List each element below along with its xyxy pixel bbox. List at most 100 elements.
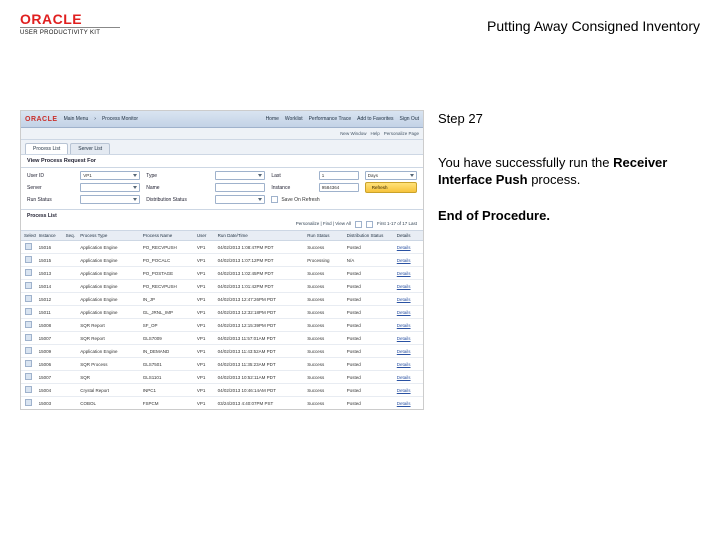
label-name: Name — [146, 185, 209, 191]
field-name[interactable] — [215, 183, 265, 192]
cell-user: VP1 — [194, 384, 215, 397]
col-instance[interactable]: Instance — [36, 231, 63, 241]
cell-details[interactable]: Details — [394, 241, 423, 254]
checkbox-icon[interactable] — [25, 321, 32, 328]
cell-details[interactable]: Details — [394, 332, 423, 345]
grid-icon[interactable] — [355, 221, 362, 228]
cell-user: VP1 — [194, 319, 215, 332]
col-diststatus[interactable]: Distribution Status — [344, 231, 394, 241]
cell-seq — [63, 254, 78, 267]
checkbox-icon[interactable] — [25, 360, 32, 367]
refresh-button[interactable]: Refresh — [365, 182, 417, 193]
checkbox-icon[interactable] — [25, 386, 32, 393]
brand-logo: ORACLE USER PRODUCTIVITY KIT — [20, 12, 130, 36]
app-tabs: Process List Server List — [21, 140, 423, 154]
nav-signout[interactable]: Sign Out — [400, 116, 419, 122]
cell-details[interactable]: Details — [394, 267, 423, 280]
checkbox-icon[interactable] — [25, 256, 32, 263]
cell-details[interactable]: Details — [394, 306, 423, 319]
table-row: 15014Application EnginePO_RECVPUSHVP104/… — [21, 280, 423, 293]
cell-details[interactable]: Details — [394, 371, 423, 384]
cell-runstatus: Success — [304, 319, 344, 332]
nav-worklist[interactable]: Worklist — [285, 116, 303, 122]
save-on-refresh-checkbox[interactable] — [271, 196, 278, 203]
col-datetime[interactable]: Run Date/Time — [215, 231, 305, 241]
col-user[interactable]: User — [194, 231, 215, 241]
cell-details[interactable]: Details — [394, 293, 423, 306]
cell-instance: 15012 — [36, 293, 63, 306]
checkbox-icon[interactable] — [25, 282, 32, 289]
field-diststatus[interactable] — [215, 195, 265, 204]
cell-instance: 15009 — [36, 345, 63, 358]
cell-datetime: 04/02/2013 1:02:45PM PDT — [215, 267, 305, 280]
nav-favorites[interactable]: Add to Favorites — [357, 116, 393, 122]
cell-details[interactable]: Details — [394, 254, 423, 267]
cell-user: VP1 — [194, 332, 215, 345]
cell-details[interactable]: Details — [394, 280, 423, 293]
field-server[interactable] — [80, 183, 140, 192]
cell-diststatus: Posted — [344, 397, 394, 410]
checkbox-icon[interactable] — [25, 243, 32, 250]
list-pager[interactable]: First 1-17 of 17 Last — [377, 221, 417, 228]
cell-details[interactable]: Details — [394, 384, 423, 397]
link-personalize[interactable]: Personalize Page — [384, 131, 419, 136]
cell-details[interactable]: Details — [394, 397, 423, 410]
col-seq[interactable]: Seq. — [63, 231, 78, 241]
col-details[interactable]: Details — [394, 231, 423, 241]
checkbox-icon[interactable] — [25, 373, 32, 380]
tab-process-list[interactable]: Process List — [25, 143, 68, 154]
row-select[interactable] — [21, 241, 36, 254]
field-last-unit[interactable]: Days — [365, 171, 417, 180]
checkbox-icon[interactable] — [25, 269, 32, 276]
checkbox-icon[interactable] — [25, 295, 32, 302]
col-runstatus[interactable]: Run Status — [304, 231, 344, 241]
checkbox-icon[interactable] — [25, 334, 32, 341]
row-select[interactable] — [21, 358, 36, 371]
checkbox-icon[interactable] — [25, 399, 32, 406]
tab-server-list[interactable]: Server List — [70, 143, 110, 154]
checkbox-icon[interactable] — [25, 347, 32, 354]
cell-details[interactable]: Details — [394, 410, 423, 411]
cell-details[interactable]: Details — [394, 358, 423, 371]
row-select[interactable] — [21, 306, 36, 319]
checkbox-icon[interactable] — [25, 308, 32, 315]
label-server: Server — [27, 185, 74, 191]
field-type[interactable] — [215, 171, 265, 180]
cell-diststatus: Posted — [344, 410, 394, 411]
nav-home[interactable]: Home — [266, 116, 279, 122]
row-select[interactable] — [21, 293, 36, 306]
field-last[interactable]: 1 — [319, 171, 359, 180]
cell-runstatus: Success — [304, 397, 344, 410]
row-select[interactable] — [21, 397, 36, 410]
cell-details[interactable]: Details — [394, 319, 423, 332]
cell-seq — [63, 293, 78, 306]
cell-instance: 15007 — [36, 371, 63, 384]
col-pname[interactable]: Process Name — [140, 231, 194, 241]
nav-perftrace[interactable]: Performance Trace — [309, 116, 352, 122]
col-select[interactable]: Select — [21, 231, 36, 241]
row-select[interactable] — [21, 254, 36, 267]
app-topnav-item[interactable]: Process Monitor — [102, 116, 138, 122]
field-instance[interactable]: 9584364 — [319, 183, 359, 192]
cell-details[interactable]: Details — [394, 345, 423, 358]
list-personalize[interactable]: Personalize | Find | View All — [296, 221, 351, 228]
field-runstatus[interactable] — [80, 195, 140, 204]
instruction-para2: End of Procedure. — [438, 207, 700, 225]
field-userid[interactable]: VP1 — [80, 171, 140, 180]
brand-subtitle: USER PRODUCTIVITY KIT — [20, 30, 130, 36]
row-select[interactable] — [21, 267, 36, 280]
row-select[interactable] — [21, 280, 36, 293]
row-select[interactable] — [21, 345, 36, 358]
app-topnav-item[interactable]: Main Menu — [64, 116, 89, 122]
col-ptype[interactable]: Process Type — [77, 231, 139, 241]
row-select[interactable] — [21, 332, 36, 345]
row-select[interactable] — [21, 410, 36, 411]
link-newwindow[interactable]: New Window — [340, 131, 366, 136]
cell-instance: 15004 — [36, 384, 63, 397]
row-select[interactable] — [21, 319, 36, 332]
row-select[interactable] — [21, 371, 36, 384]
row-select[interactable] — [21, 384, 36, 397]
label-last: Last — [271, 173, 312, 179]
link-help[interactable]: Help — [370, 131, 379, 136]
download-icon[interactable] — [366, 221, 373, 228]
